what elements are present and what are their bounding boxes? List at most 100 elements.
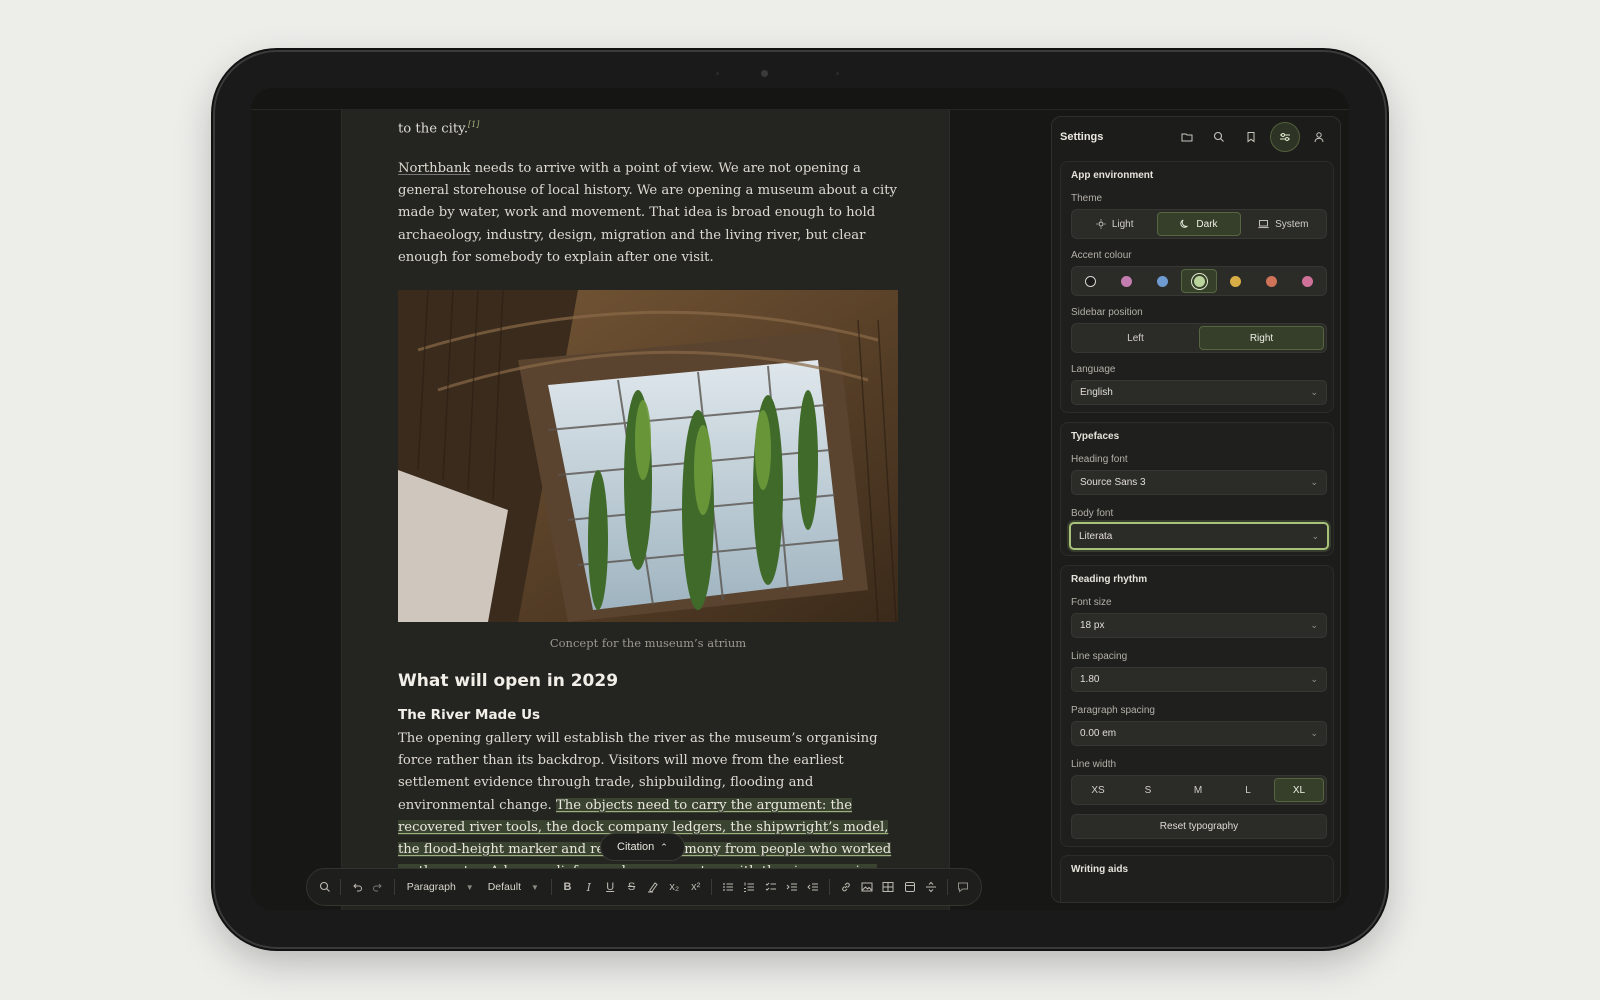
chevron-down-icon: ⌄ — [1310, 387, 1318, 397]
sidebar-position-label: Sidebar position — [1071, 307, 1143, 318]
heading-3[interactable]: The River Made Us — [398, 704, 540, 726]
language-select[interactable]: English ⌄ — [1071, 380, 1327, 405]
accent-swatch[interactable] — [1074, 269, 1108, 293]
toolbar-divider — [340, 879, 342, 895]
numbered-list-icon[interactable] — [740, 875, 759, 899]
folder-icon[interactable] — [1174, 124, 1200, 150]
card-title[interactable]: Writing aids — [1071, 864, 1128, 875]
paragraph-text: needs to arrive with a point of view. We… — [398, 161, 897, 265]
comment-icon[interactable] — [954, 875, 973, 899]
search-icon[interactable] — [1206, 124, 1232, 150]
line-width-label: Line width — [1071, 759, 1117, 770]
redo-icon[interactable] — [369, 875, 388, 899]
screen: to the city.[1] Northbank needs to arriv… — [251, 88, 1349, 910]
sidebar-left-option[interactable]: Left — [1074, 326, 1197, 350]
theme-dark-option[interactable]: Dark — [1157, 212, 1241, 236]
font-style-select[interactable]: Default ▼ — [482, 881, 545, 893]
table-icon[interactable] — [879, 875, 898, 899]
search-icon[interactable] — [315, 875, 334, 899]
laptop-icon — [1258, 220, 1269, 229]
image-caption[interactable]: Concept for the museum’s atrium — [398, 632, 898, 654]
underline-icon[interactable]: U — [600, 875, 619, 899]
accent-swatch[interactable] — [1110, 269, 1144, 293]
swatch-dot — [1085, 275, 1097, 287]
card-title: Reading rhythm — [1071, 574, 1148, 585]
atrium-image[interactable] — [398, 290, 898, 622]
theme-system-option[interactable]: System — [1243, 212, 1324, 236]
superscript-icon[interactable]: x² — [686, 875, 705, 899]
swatch-dot — [1193, 275, 1205, 287]
line-width-xs[interactable]: XS — [1074, 778, 1122, 802]
moon-icon — [1180, 219, 1189, 228]
undo-icon[interactable] — [347, 875, 366, 899]
line-width-m[interactable]: M — [1174, 778, 1222, 802]
toolbar-divider — [829, 879, 830, 895]
line-spacing-label: Line spacing — [1071, 651, 1128, 662]
image-icon[interactable] — [857, 875, 876, 899]
swatch-dot — [1230, 275, 1242, 287]
line-width-s[interactable]: S — [1124, 778, 1172, 802]
paragraph-fragment[interactable]: to the city.[1] — [398, 114, 479, 141]
toolbar-divider — [550, 879, 552, 895]
accent-swatch[interactable] — [1290, 269, 1324, 293]
body-font-select[interactable]: Literata ⌄ — [1069, 522, 1329, 550]
writing-aids-card: Writing aids — [1060, 855, 1334, 902]
outdent-icon[interactable] — [804, 875, 823, 899]
citation-button[interactable]: Citation ⌃ — [600, 833, 685, 861]
indent-icon[interactable] — [782, 875, 801, 899]
sidebar-right-option[interactable]: Right — [1199, 326, 1324, 350]
settings-header: Settings — [1052, 117, 1340, 157]
toolbar-divider — [711, 879, 713, 895]
embed-icon[interactable] — [900, 875, 919, 899]
editor-canvas[interactable]: to the city.[1] Northbank needs to arriv… — [341, 110, 950, 910]
swatch-dot — [1121, 275, 1133, 287]
heading-font-label: Heading font — [1071, 454, 1128, 465]
theme-light-option[interactable]: Light — [1074, 212, 1155, 236]
sensor-left — [716, 72, 719, 75]
line-width-xl[interactable]: XL — [1274, 778, 1324, 802]
paragraph-spacing-select[interactable]: 0.00 em ⌄ — [1071, 721, 1327, 746]
highlighter-icon[interactable] — [643, 875, 662, 899]
theme-label: Theme — [1071, 193, 1103, 204]
accent-swatch[interactable] — [1219, 269, 1253, 293]
subscript-icon[interactable]: x₂ — [665, 875, 684, 899]
accent-swatch[interactable] — [1255, 269, 1289, 293]
paragraph[interactable]: Northbank needs to arrive with a point o… — [398, 158, 898, 269]
swatch-dot — [1265, 275, 1277, 287]
user-icon[interactable] — [1306, 124, 1332, 150]
italic-icon[interactable]: I — [579, 875, 598, 899]
accent-swatch[interactable] — [1145, 269, 1179, 293]
accent-swatch-selected[interactable] — [1181, 269, 1217, 293]
bullet-list-icon[interactable] — [718, 875, 737, 899]
line-spacing-select[interactable]: 1.80 ⌄ — [1071, 667, 1327, 692]
theme-segmented-control: Light Dark System — [1071, 209, 1327, 239]
toolbar-divider — [393, 879, 395, 895]
reset-typography-button[interactable]: Reset typography — [1071, 814, 1327, 839]
chevron-down-icon: ⌄ — [1310, 620, 1318, 630]
heading-font-select[interactable]: Source Sans 3 ⌄ — [1071, 470, 1327, 495]
chevron-down-icon: ▼ — [531, 882, 539, 892]
divider-icon[interactable] — [921, 875, 940, 899]
sliders-icon[interactable] — [1270, 122, 1300, 152]
toolbar-divider — [946, 879, 948, 895]
footnote-marker[interactable]: [1] — [468, 120, 479, 129]
chevron-down-icon: ⌄ — [1310, 674, 1318, 684]
atrium-illustration — [398, 290, 898, 622]
line-width-l[interactable]: L — [1224, 778, 1272, 802]
line-width-control: XS S M L XL — [1071, 775, 1327, 805]
font-size-select[interactable]: 18 px ⌄ — [1071, 613, 1327, 638]
settings-panel: Settings App environment Theme Light Dar… — [1051, 116, 1341, 903]
bookmark-icon[interactable] — [1238, 124, 1264, 150]
link-icon[interactable] — [836, 875, 855, 899]
checklist-icon[interactable] — [761, 875, 780, 899]
citation-label: Citation — [617, 841, 655, 853]
status-bar — [251, 88, 1349, 110]
strikethrough-icon[interactable]: S — [622, 875, 641, 899]
northbank-link[interactable]: Northbank — [398, 161, 470, 176]
bold-icon[interactable]: B — [558, 875, 577, 899]
sensor-right — [836, 72, 839, 75]
swatch-dot — [1156, 275, 1168, 287]
block-style-select[interactable]: Paragraph ▼ — [401, 881, 480, 893]
settings-title: Settings — [1060, 131, 1104, 143]
heading-2[interactable]: What will open in 2029 — [398, 670, 618, 692]
